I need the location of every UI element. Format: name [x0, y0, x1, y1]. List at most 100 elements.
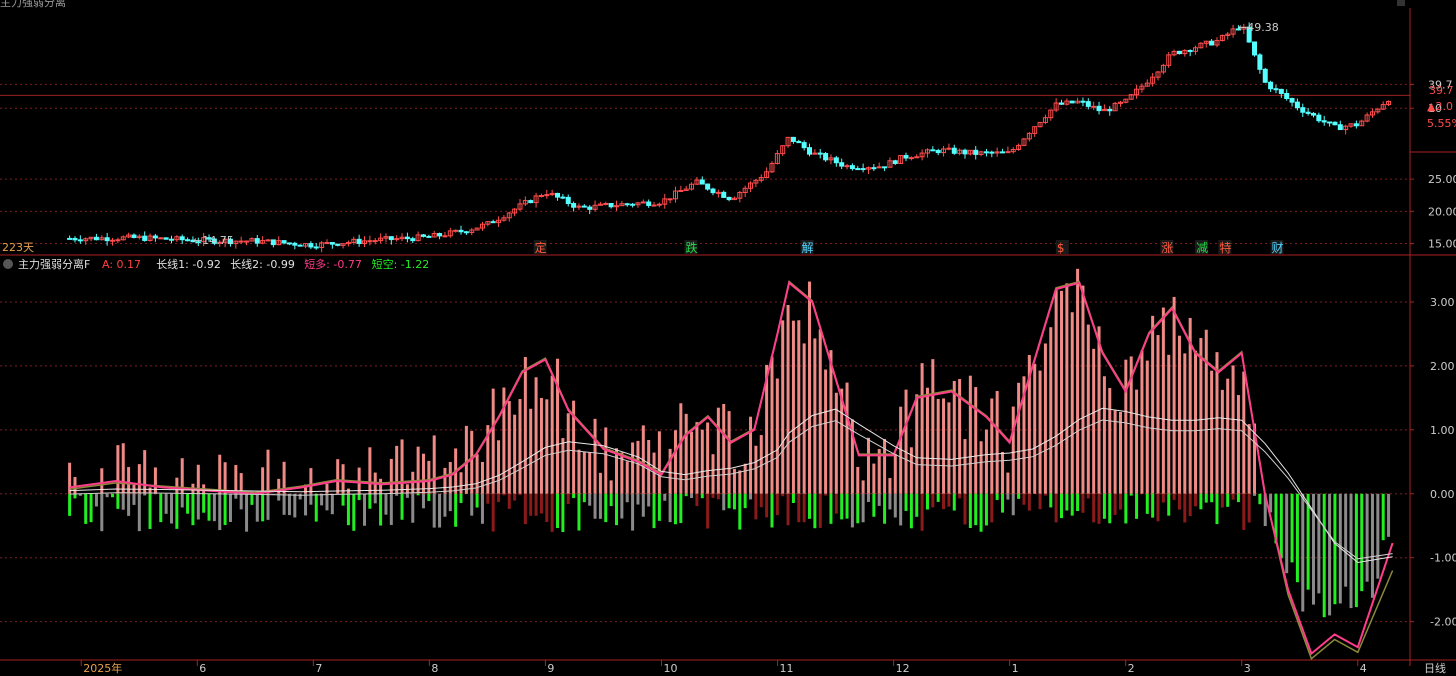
candle-body: [715, 191, 721, 194]
indicator-values: A: 0.17 长线1: -0.92 长线2: -0.99 短多: -0.77 短空: …: [102, 257, 429, 271]
candle-body: [292, 242, 298, 246]
indicator-name[interactable]: 主力强弱分离F: [18, 257, 90, 271]
positive-bar: [700, 429, 704, 494]
candle-body: [372, 240, 378, 243]
positive-bar: [963, 439, 967, 494]
candle-body: [571, 203, 577, 208]
positive-bar: [749, 416, 753, 494]
candle-body: [410, 238, 416, 242]
positive-bar: [593, 418, 597, 494]
candle-body: [839, 162, 845, 167]
candle-body: [335, 243, 341, 246]
days-label: 223天: [2, 241, 34, 254]
change-label: ▲2.0: [1427, 100, 1453, 113]
positive-bar: [1177, 335, 1181, 494]
negative-bar: [1370, 493, 1374, 598]
negative-bar: [250, 493, 254, 505]
negative-bar: [1129, 493, 1133, 496]
candle-body: [908, 157, 914, 160]
candle-body: [1337, 124, 1343, 131]
negative-bar: [1306, 493, 1310, 590]
candle-body: [876, 166, 882, 169]
positive-bar: [1033, 363, 1037, 494]
negative-bar: [770, 493, 774, 528]
candle-body: [973, 149, 979, 155]
negative-bar: [84, 493, 88, 524]
negative-bar: [202, 493, 206, 513]
negative-bar: [207, 493, 211, 521]
negative-bar: [175, 493, 179, 529]
positive-bar: [925, 387, 929, 494]
negative-bar: [706, 493, 710, 529]
negative-bar: [909, 493, 913, 529]
negative-bar: [1177, 493, 1181, 510]
candle-body: [1294, 101, 1300, 109]
positive-bar: [443, 467, 447, 494]
negative-bar: [920, 493, 924, 531]
positive-bar: [952, 380, 956, 494]
negative-bar: [566, 493, 570, 504]
negative-bar: [1054, 493, 1058, 523]
negative-bar: [845, 493, 849, 519]
negative-bar: [673, 493, 677, 525]
change-percent: 5.55%: [1427, 117, 1456, 130]
positive-bar: [598, 472, 602, 494]
positive-bar: [1086, 324, 1090, 494]
negative-bar: [287, 493, 291, 516]
candle-body: [935, 149, 941, 154]
event-marker: 特: [1219, 240, 1231, 255]
event-marker: 解: [802, 241, 814, 255]
positive-bar: [448, 462, 452, 494]
negative-bar: [732, 493, 736, 510]
positive-bar: [234, 465, 238, 494]
indicator-value: 长线2: -0.99: [230, 257, 295, 271]
positive-bar: [631, 442, 635, 494]
positive-bar: [915, 394, 919, 494]
stock-chart[interactable]: 主力强弱分离 39.71025.0020.0015.00 定跌解$涨减特财 22…: [0, 0, 1456, 676]
negative-bar: [598, 493, 602, 519]
candle-body: [603, 202, 609, 205]
negative-bar: [539, 493, 543, 514]
indicator-tick-label: -2.00: [1430, 616, 1456, 629]
window-control-icon[interactable]: [1397, 0, 1405, 6]
candle-body: [1262, 68, 1268, 83]
time-tick-label: 7: [315, 662, 322, 675]
negative-bar: [609, 493, 613, 507]
negative-bar: [888, 493, 892, 510]
candle-body: [1096, 105, 1102, 112]
negative-bar: [143, 493, 147, 496]
positive-bar: [116, 445, 120, 494]
negative-bar: [1328, 493, 1332, 616]
negative-bar: [695, 493, 699, 507]
positive-bar: [893, 453, 897, 494]
candle-body: [855, 168, 861, 171]
negative-bar: [947, 493, 951, 507]
positive-bar: [1001, 451, 1005, 494]
negative-bar: [1387, 493, 1391, 537]
candle-body: [297, 244, 303, 247]
negative-bar: [416, 493, 420, 496]
collapse-icon[interactable]: [3, 259, 13, 269]
negative-bar: [716, 493, 720, 500]
negative-bar: [808, 493, 812, 519]
time-tick-label: 4: [1360, 662, 1367, 675]
positive-bar: [1236, 395, 1240, 494]
negative-bar: [1365, 493, 1369, 582]
positive-bar: [673, 430, 677, 494]
negative-bar: [984, 493, 988, 526]
period-label[interactable]: 日线: [1424, 661, 1446, 675]
negative-bar: [111, 493, 115, 498]
negative-bar: [1183, 493, 1187, 523]
negative-bar: [1092, 493, 1096, 523]
negative-bar: [330, 493, 334, 515]
positive-bar: [797, 320, 801, 494]
negative-bar: [1354, 493, 1358, 608]
negative-bar: [1049, 493, 1053, 508]
positive-bar: [556, 358, 560, 494]
negative-bar: [314, 493, 318, 522]
negative-bar: [738, 493, 742, 530]
negative-bar: [925, 493, 929, 510]
positive-bar: [706, 422, 710, 494]
negative-bar: [1145, 493, 1149, 514]
negative-bar: [363, 493, 367, 526]
